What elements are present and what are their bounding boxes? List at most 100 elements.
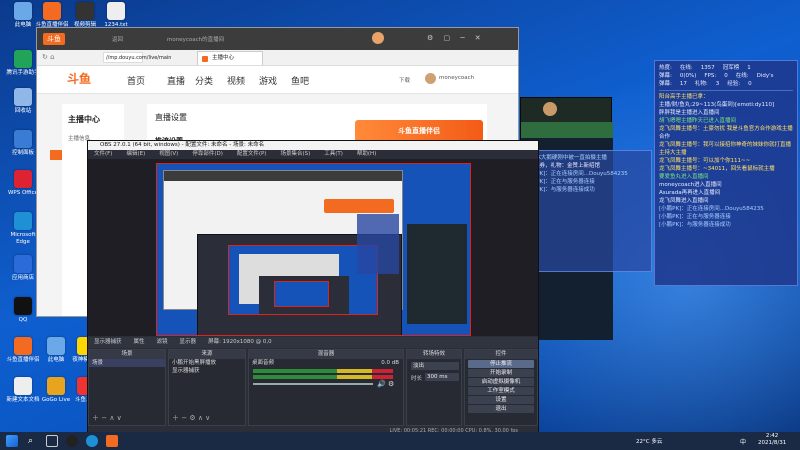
app-icon <box>14 255 32 273</box>
scene-controls[interactable]: ＋ − ∧ ∨ <box>92 413 122 423</box>
source-toolbar-item[interactable]: 显示器捕获 <box>94 339 122 345</box>
obs-titlebar[interactable]: OBS 27.0.1 (64 bit, windows) - 配置文件: 未命名… <box>88 141 538 150</box>
chat-line: 龙飞凤舞进入直播间 <box>659 198 709 204</box>
avatar[interactable] <box>372 32 384 44</box>
nav-link[interactable]: 直播 <box>167 74 185 87</box>
chat-line: moneycoach进入直播间 <box>659 182 722 188</box>
nav-link[interactable]: 分类 <box>195 74 213 87</box>
transition-select[interactable]: 淡出 <box>411 362 459 370</box>
search-icon[interactable]: ⌕ <box>28 435 40 447</box>
menu-item[interactable]: 工具(T) <box>324 151 343 157</box>
tab-label: 主播中心 <box>212 55 235 61</box>
source-toolbar-item[interactable]: 滤镜 <box>157 339 168 345</box>
menu-item[interactable]: 编辑(E) <box>126 151 145 157</box>
site-navbar: 斗鱼 首页 直播 分类 视频 游戏 鱼吧 下载 moneycoach <box>37 66 518 94</box>
studio-mode-button[interactable]: 工作室模式 <box>468 387 534 395</box>
source-item[interactable]: 小鹏开始黑屏播放 <box>169 359 245 367</box>
streamer-avatar <box>543 102 557 116</box>
stat-cell: 在线: <box>679 65 693 71</box>
app-icon <box>14 88 32 106</box>
content-title: 直播设置 <box>155 113 187 122</box>
scenes-dock: 场景 场景 ＋ − ∧ ∨ <box>88 349 166 426</box>
obs-preview[interactable] <box>88 159 538 336</box>
chat-lines: 阳台高手主播已拿： 主播/财/鱼丸:29~113(鸟蛋到)[emoti:dy110… <box>659 93 793 229</box>
mixer-channel: 桌面音频 0.0 dB <box>249 359 403 367</box>
chat-line: 龙飞凤舞主播号：我可以接招你神奇的妹妹你就打直播主持大主播 <box>659 142 792 156</box>
chat-line: [小鹏PK]：与服务器连接成功 <box>659 222 731 228</box>
clock[interactable]: 2:42 2021/8/31 <box>758 433 786 447</box>
chat-line: 龙飞凤舞主播号：可以加个你111~~ <box>659 158 751 164</box>
chat-line: 主播/财/鱼丸:29~113(鸟蛋到)[emoti:dy110] <box>659 102 775 108</box>
duration-input[interactable]: 300 ms <box>425 373 459 381</box>
app-icon <box>14 50 32 68</box>
user-name[interactable]: moneycoach <box>439 75 474 81</box>
sidebar-active-marker <box>50 150 62 160</box>
nav-link[interactable]: 鱼吧 <box>291 74 309 87</box>
source-toolbar-item[interactable]: 属性 <box>134 339 145 345</box>
app-icon <box>47 337 65 355</box>
source-item[interactable]: 显示器捕获 <box>169 367 245 375</box>
nested-canvas-2 <box>274 281 329 307</box>
source-toolbar-item[interactable]: 显示器 <box>180 339 197 345</box>
stat-cell: 0(0%) <box>679 73 697 79</box>
menu-item[interactable]: 场景集合(S) <box>280 151 310 157</box>
virtual-camera-button[interactable]: 启动虚拟摄像机 <box>468 378 534 386</box>
preview-canvas[interactable] <box>156 163 471 336</box>
download-link[interactable]: 下载 <box>399 76 410 84</box>
tab-favicon-icon <box>202 56 208 62</box>
obs-taskbar-icon[interactable] <box>66 435 78 447</box>
menu-item[interactable]: 文件(F) <box>94 151 112 157</box>
obs-window[interactable]: OBS 27.0.1 (64 bit, windows) - 配置文件: 未命名… <box>87 140 539 436</box>
download-banner[interactable]: 斗鱼直播伴侣 <box>355 120 483 142</box>
tab-anchor-center[interactable]: 主播中心 <box>197 51 263 65</box>
menu-item[interactable]: 配置文件(P) <box>237 151 267 157</box>
volume-slider[interactable] <box>253 383 373 385</box>
scene-item[interactable]: 场景 <box>89 359 165 367</box>
settings-button[interactable]: 设置 <box>468 396 534 404</box>
stat-cell: 经验: <box>727 81 741 87</box>
menu-item[interactable]: 视图(V) <box>159 151 178 157</box>
window-controls[interactable]: ⚙ ▢ ─ ✕ <box>427 34 485 42</box>
speaker-icon[interactable]: 🔊 ⚙ <box>377 380 394 388</box>
douyu-logo-icon: 斗鱼 <box>43 33 65 45</box>
desktop-icon[interactable]: 1234.txt <box>96 2 136 29</box>
menu-item[interactable]: 帮助(H) <box>357 151 376 157</box>
task-view-icon[interactable] <box>46 435 58 447</box>
start-recording-button[interactable]: 开始录制 <box>468 369 534 377</box>
stat-cell: 在线: <box>735 73 749 79</box>
menu-item[interactable]: 停靠部件(D) <box>192 151 223 157</box>
ime-indicator[interactable]: 中 <box>740 437 746 446</box>
obs-menubar: 文件(F) 编辑(E) 视图(V) 停靠部件(D) 配置文件(P) 场景集合(S) 工具(T… <box>88 150 538 159</box>
nav-link[interactable]: 游戏 <box>259 74 277 87</box>
stat-cell: 3 <box>715 81 720 87</box>
weather-text[interactable]: 22°C 多云 <box>636 437 662 445</box>
chat-overlay-right: 热度: 在线: 1357 冠军榜 1 弹幕: 0(0%) FPS: 0 在线: Didy's 弹幕: 1… <box>654 60 798 286</box>
source-controls[interactable]: ＋ − ⚙ ∧ ∨ <box>172 413 210 423</box>
source-toolbar-item[interactable]: 屏幕: 1920x1080 @ 0,0 <box>208 339 272 345</box>
back-label[interactable]: 返回 <box>112 35 123 43</box>
site-logo[interactable]: 斗鱼 <box>67 70 111 88</box>
stat-cell: 弹幕: <box>659 81 672 87</box>
start-icon[interactable] <box>6 435 18 447</box>
nav-link[interactable]: 视频 <box>227 74 245 87</box>
stat-cell: 0 <box>724 73 728 79</box>
edge-taskbar-icon[interactable] <box>86 435 98 447</box>
scenes-header: 场景 <box>89 350 165 359</box>
chat-line: [小鹏PK]：正在连接房间...Douyu584235 <box>523 171 628 177</box>
refresh-icon[interactable]: ↻ ⌂ <box>42 53 55 61</box>
stop-stream-button[interactable]: 停止推流 <box>468 360 534 368</box>
stats-row: 弹幕: 17 礼物: 3 经验: 0 <box>659 80 793 88</box>
app-icon <box>14 297 32 315</box>
user-avatar[interactable] <box>425 73 436 84</box>
browser-titlebar[interactable]: 斗鱼 返回 moneycoach的直播间 ⚙ ▢ ─ ✕ <box>37 28 518 50</box>
mixer-header: 混音器 <box>249 350 403 359</box>
controls-header: 控件 <box>465 350 537 359</box>
douyu-taskbar-icon[interactable] <box>106 435 118 447</box>
nav-link[interactable]: 首页 <box>127 74 145 87</box>
app-icon <box>14 377 32 395</box>
exit-button[interactable]: 退出 <box>468 405 534 413</box>
transitions-dock: 转场特效 淡出 时长 300 ms <box>406 349 462 426</box>
app-icon <box>14 170 32 188</box>
transitions-header: 转场特效 <box>407 350 461 359</box>
address-bar[interactable]: //mp.douyu.com/live/main <box>103 52 171 63</box>
